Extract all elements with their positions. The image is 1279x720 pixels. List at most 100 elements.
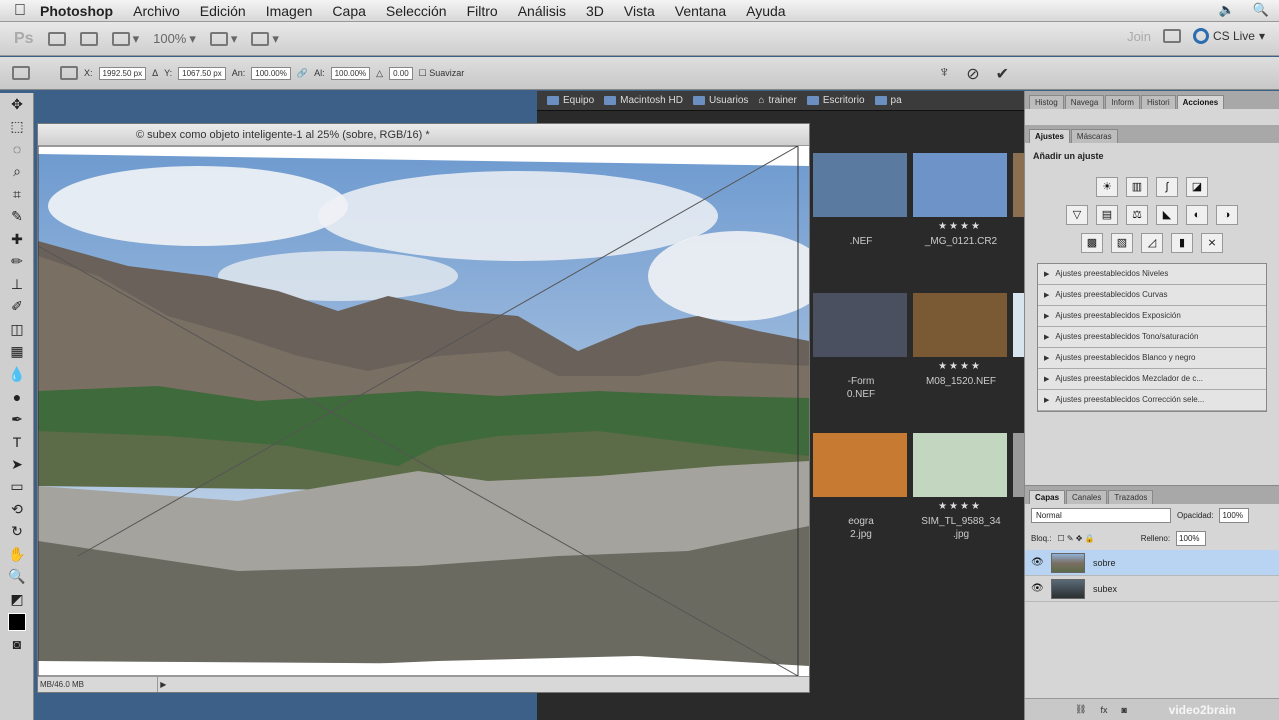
- tab-histogram[interactable]: Histog: [1029, 95, 1064, 109]
- tab-channels[interactable]: Canales: [1066, 490, 1108, 504]
- opacity-field[interactable]: 100%: [1219, 508, 1250, 523]
- blend-mode-select[interactable]: Normal: [1031, 508, 1171, 523]
- foreground-color-swatch[interactable]: [0, 611, 34, 634]
- tab-paths[interactable]: Trazados: [1108, 490, 1154, 504]
- apple-icon[interactable]: : [0, 2, 40, 20]
- tab-masks[interactable]: Máscaras: [1070, 129, 1118, 143]
- crumb-pa[interactable]: pa: [874, 95, 902, 106]
- crumb-escritorio[interactable]: Escritorio: [806, 95, 865, 106]
- layer-row-sobre[interactable]: 👁 sobre: [1025, 550, 1279, 576]
- menu-analisis[interactable]: Análisis: [518, 3, 566, 19]
- visibility-eye-icon[interactable]: 👁: [1031, 583, 1044, 594]
- menu-ventana[interactable]: Ventana: [675, 3, 726, 19]
- photo-filter-icon[interactable]: ◐: [1186, 205, 1208, 225]
- x-field[interactable]: 1992.50 px: [98, 66, 147, 80]
- eyedropper-tool-icon[interactable]: ✎: [0, 206, 34, 229]
- crumb-trainer[interactable]: ⌂ trainer: [758, 95, 796, 106]
- thumbnail-item[interactable]: ★★★★ _MG_0121.CR2: [869, 123, 1007, 263]
- history-brush-tool-icon[interactable]: ✐: [0, 296, 34, 319]
- threshold-icon[interactable]: ◿: [1141, 233, 1163, 253]
- layer-style-icon[interactable]: fx: [1100, 705, 1107, 715]
- preset-selective-color[interactable]: ▶ Ajustes preestablecidos Corrección sele…: [1038, 390, 1266, 411]
- tool-preset-picker[interactable]: [12, 66, 30, 80]
- move-tool-icon[interactable]: ✥: [0, 93, 34, 116]
- curves-icon[interactable]: ∫: [1156, 177, 1178, 197]
- menu-archivo[interactable]: Archivo: [133, 3, 180, 19]
- preset-exposure[interactable]: ▶ Ajustes preestablecidos Exposición: [1038, 306, 1266, 327]
- preset-curves[interactable]: ▶ Ajustes preestablecidos Curvas: [1038, 285, 1266, 306]
- zoom-tool-icon[interactable]: 🔍: [0, 566, 34, 589]
- launch-bridge-button[interactable]: [47, 31, 66, 46]
- launch-minibridge-button[interactable]: [79, 31, 98, 46]
- layer-row-subex[interactable]: 👁 subex: [1025, 576, 1279, 602]
- menu-seleccion[interactable]: Selección: [386, 3, 447, 19]
- tab-adjustments[interactable]: Ajustes: [1029, 129, 1070, 143]
- layer-mask-icon[interactable]: ◙: [1121, 705, 1126, 715]
- clone-stamp-tool-icon[interactable]: ⊥: [0, 273, 34, 296]
- height-field[interactable]: 100.00%: [330, 66, 371, 80]
- vibrance-icon[interactable]: ▽: [1066, 205, 1088, 225]
- crop-tool-icon[interactable]: ⌗: [0, 183, 34, 206]
- tab-info[interactable]: Inform: [1105, 95, 1140, 109]
- arrange-documents-button[interactable]: ▾: [209, 31, 237, 47]
- selective-color-icon[interactable]: ⨯: [1201, 233, 1223, 253]
- crumb-macintosh-hd[interactable]: Macintosh HD: [604, 95, 683, 106]
- angle-field[interactable]: 0.00: [389, 66, 413, 80]
- channel-mixer-icon[interactable]: ◑: [1216, 205, 1238, 225]
- warp-mode-icon[interactable]: ♆: [938, 64, 950, 84]
- crumb-usuarios[interactable]: Usuarios: [692, 95, 748, 106]
- marquee-tool-icon[interactable]: ⬚: [0, 116, 34, 139]
- status-arrow-icon[interactable]: ▶: [160, 680, 166, 689]
- levels-icon[interactable]: ▥: [1126, 177, 1148, 197]
- y-field[interactable]: 1067.50 px: [178, 66, 226, 80]
- preset-channel-mixer[interactable]: ▶ Ajustes preestablecidos Mezclador de c.…: [1038, 369, 1266, 390]
- menu-3d[interactable]: 3D: [586, 3, 604, 19]
- posterize-icon[interactable]: ▧: [1111, 233, 1133, 253]
- default-colors-icon[interactable]: ◩: [0, 588, 34, 611]
- quick-mask-icon[interactable]: ◙: [0, 633, 34, 656]
- brightness-contrast-icon[interactable]: ☀: [1096, 177, 1118, 197]
- link-icon[interactable]: 🔗: [297, 68, 308, 79]
- commit-transform-icon[interactable]: ✔: [996, 64, 1009, 84]
- document-title[interactable]: © subex como objeto inteligente-1 al 25%…: [38, 124, 809, 146]
- thumbnail-item[interactable]: ★★★★ M08_1520.NEF: [869, 263, 1007, 403]
- volume-icon[interactable]: 🔈: [1219, 2, 1235, 18]
- blur-tool-icon[interactable]: 💧: [0, 363, 34, 386]
- width-field[interactable]: 100.00%: [251, 66, 291, 80]
- preset-hue-saturation[interactable]: ▶ Ajustes preestablecidos Tono/saturación: [1038, 327, 1266, 348]
- 3d-rotate-tool-icon[interactable]: ⟲: [0, 498, 34, 521]
- document-canvas[interactable]: [38, 146, 809, 678]
- menu-imagen[interactable]: Imagen: [266, 3, 313, 19]
- smooth-checkbox[interactable]: ☐ Suavizar: [419, 68, 465, 79]
- type-tool-icon[interactable]: T: [0, 431, 34, 454]
- pen-tool-icon[interactable]: ✒: [0, 408, 34, 431]
- healing-brush-tool-icon[interactable]: ✚: [0, 228, 34, 251]
- workspace-icon[interactable]: [1162, 29, 1181, 43]
- eraser-tool-icon[interactable]: ◫: [0, 318, 34, 341]
- gradient-map-icon[interactable]: ▮: [1171, 233, 1193, 253]
- lock-icons[interactable]: ☐ ✎ ✥ 🔒: [1057, 534, 1094, 543]
- visibility-eye-icon[interactable]: 👁: [1031, 557, 1044, 568]
- reference-point-icon[interactable]: [60, 66, 78, 80]
- tab-actions[interactable]: Acciones: [1176, 95, 1225, 109]
- hand-tool-icon[interactable]: ✋: [0, 543, 34, 566]
- tab-history[interactable]: Histori: [1140, 95, 1176, 109]
- gradient-tool-icon[interactable]: ▦: [0, 341, 34, 364]
- cancel-transform-icon[interactable]: ⊘: [966, 64, 979, 84]
- spotlight-search-icon[interactable]: 🔍: [1253, 2, 1269, 18]
- shape-tool-icon[interactable]: ▭: [0, 476, 34, 499]
- menu-ayuda[interactable]: Ayuda: [746, 3, 785, 19]
- invert-icon[interactable]: ▩: [1081, 233, 1103, 253]
- color-balance-icon[interactable]: ⚖: [1126, 205, 1148, 225]
- link-layers-icon[interactable]: ⛓: [1075, 704, 1086, 715]
- lasso-tool-icon[interactable]: ◌: [0, 138, 34, 161]
- brush-tool-icon[interactable]: ✏: [0, 251, 34, 274]
- 3d-orbit-tool-icon[interactable]: ↻: [0, 521, 34, 544]
- screen-mode-button[interactable]: ▾: [251, 31, 279, 47]
- cs-live-button[interactable]: CS Live ▾: [1192, 28, 1265, 44]
- dodge-tool-icon[interactable]: ●: [0, 386, 34, 409]
- menu-edicion[interactable]: Edición: [200, 3, 246, 19]
- path-selection-tool-icon[interactable]: ➤: [0, 453, 34, 476]
- exposure-icon[interactable]: ◪: [1186, 177, 1208, 197]
- quick-selection-tool-icon[interactable]: ⌕: [0, 161, 34, 184]
